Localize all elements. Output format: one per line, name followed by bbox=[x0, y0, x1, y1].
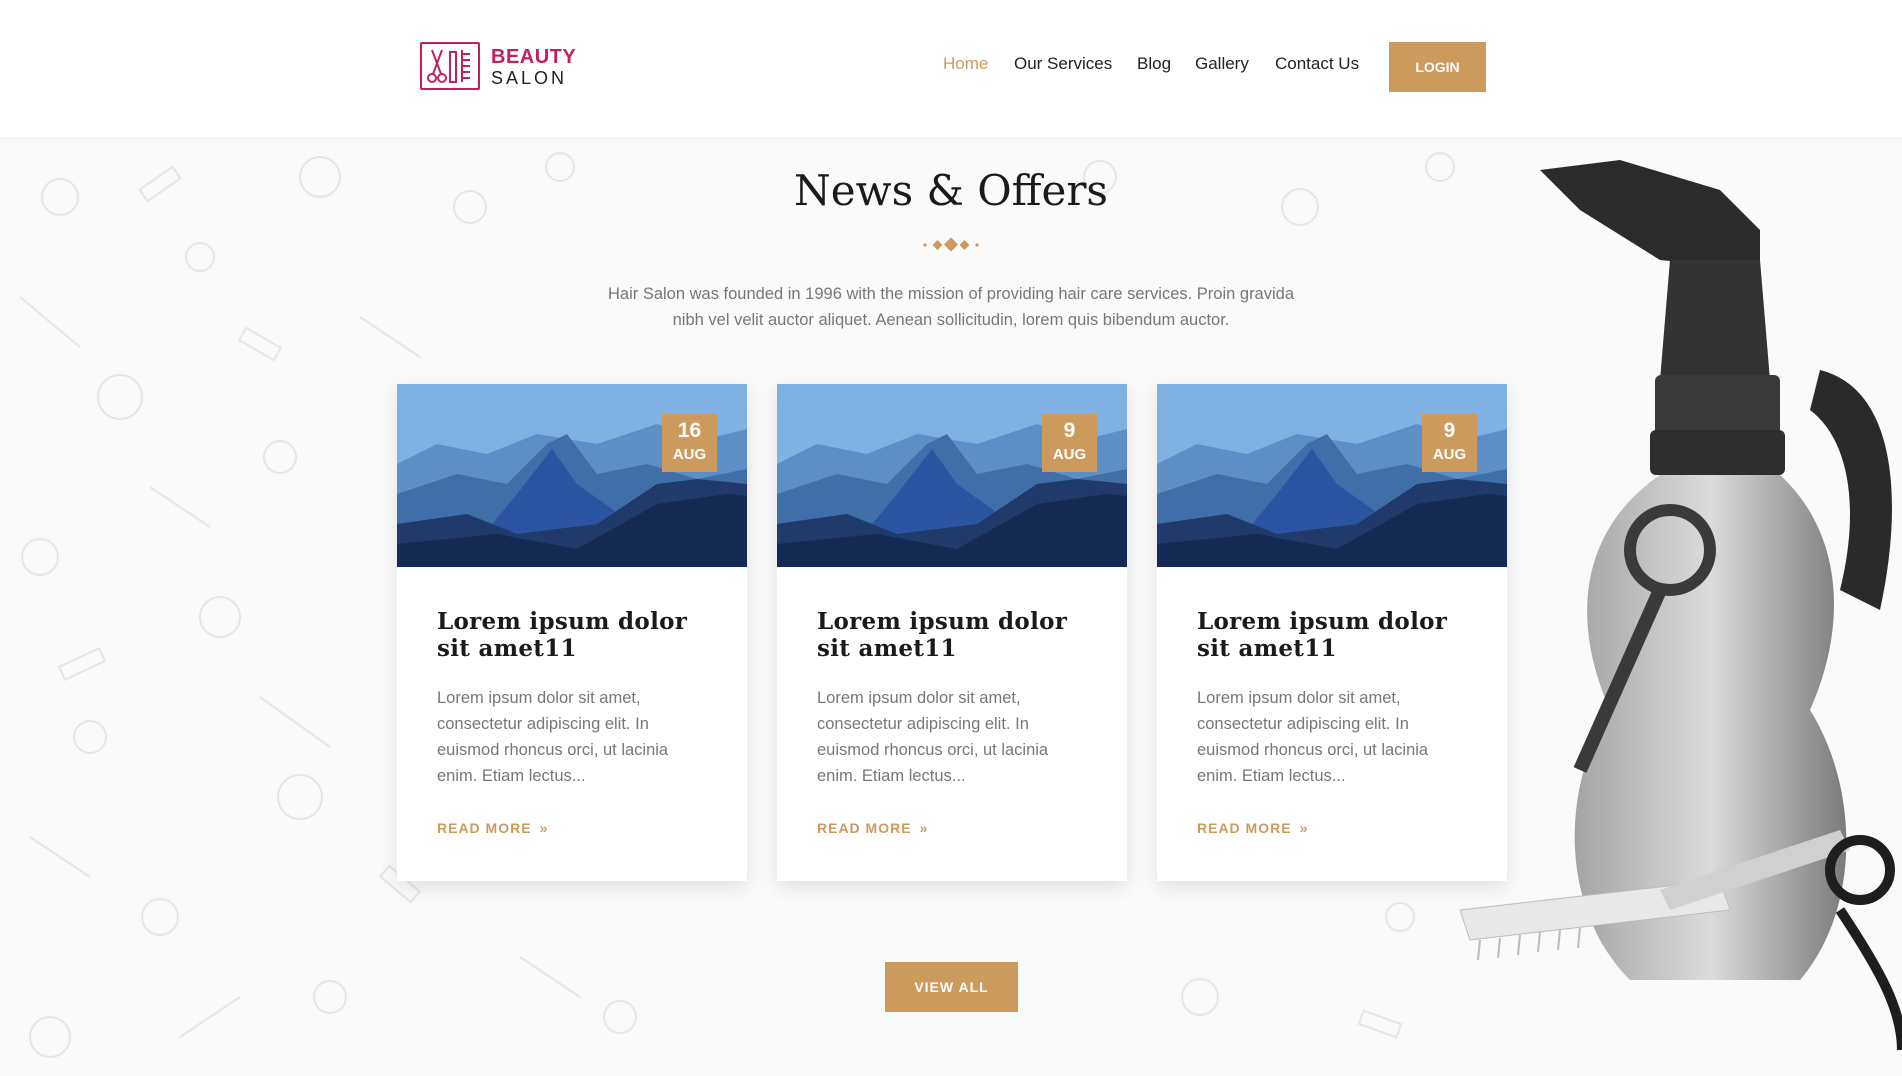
card-title[interactable]: Lorem ipsum dolor sit amet11 bbox=[437, 608, 717, 662]
date-badge: 9 AUG bbox=[1042, 414, 1097, 472]
mountain-image bbox=[397, 384, 747, 567]
double-chevron-right-icon: » bbox=[539, 820, 549, 836]
news-card: 16 AUG Lorem ipsum dolor sit amet11 Lore… bbox=[397, 384, 747, 881]
card-image[interactable]: 9 AUG bbox=[1157, 384, 1507, 567]
date-day: 9 bbox=[1443, 419, 1456, 442]
read-more-link[interactable]: READ MORE » bbox=[817, 820, 928, 836]
logo-text-salon: SALON bbox=[491, 68, 568, 88]
date-badge: 9 AUG bbox=[1422, 414, 1477, 472]
mountain-image bbox=[1157, 384, 1507, 567]
date-day: 9 bbox=[1063, 419, 1076, 442]
read-more-label: READ MORE bbox=[437, 820, 532, 836]
nav-item-home[interactable]: Home bbox=[943, 54, 988, 74]
read-more-label: READ MORE bbox=[1197, 820, 1292, 836]
site-header: BEAUTY SALON Home Our Services Blog Gall… bbox=[0, 0, 1902, 137]
nav-item-our-services[interactable]: Our Services bbox=[1014, 54, 1112, 74]
scissors-comb-logo-icon bbox=[420, 42, 480, 90]
card-excerpt: Lorem ipsum dolor sit amet, consectetur … bbox=[437, 689, 669, 785]
section-description: Hair Salon was founded in 1996 with the … bbox=[607, 285, 1295, 329]
double-chevron-right-icon: » bbox=[919, 820, 929, 836]
view-all-button[interactable]: VIEW ALL bbox=[885, 962, 1018, 1012]
date-month: AUG bbox=[672, 446, 707, 463]
login-button[interactable]: LOGIN bbox=[1389, 42, 1486, 92]
double-chevron-right-icon: » bbox=[1299, 820, 1309, 836]
date-day: 16 bbox=[677, 419, 702, 442]
card-excerpt: Lorem ipsum dolor sit amet, consectetur … bbox=[1197, 689, 1429, 785]
news-card: 9 AUG Lorem ipsum dolor sit amet11 Lorem… bbox=[777, 384, 1127, 881]
read-more-label: READ MORE bbox=[817, 820, 912, 836]
card-image[interactable]: 16 AUG bbox=[397, 384, 747, 567]
date-month: AUG bbox=[1052, 446, 1087, 463]
mountain-image bbox=[777, 384, 1127, 567]
date-badge: 16 AUG bbox=[662, 414, 717, 472]
date-month: AUG bbox=[1432, 446, 1467, 463]
logo[interactable]: BEAUTY SALON bbox=[420, 42, 580, 94]
card-image[interactable]: 9 AUG bbox=[777, 384, 1127, 567]
section-title: News & Offers bbox=[794, 166, 1108, 215]
nav-item-contact-us[interactable]: Contact Us bbox=[1275, 54, 1359, 74]
read-more-link[interactable]: READ MORE » bbox=[1197, 820, 1308, 836]
logo-text-beauty: BEAUTY bbox=[491, 46, 577, 68]
card-title[interactable]: Lorem ipsum dolor sit amet11 bbox=[1197, 608, 1477, 662]
card-title[interactable]: Lorem ipsum dolor sit amet11 bbox=[817, 608, 1097, 662]
read-more-link[interactable]: READ MORE » bbox=[437, 820, 548, 836]
card-excerpt: Lorem ipsum dolor sit amet, consectetur … bbox=[817, 689, 1049, 785]
news-card: 9 AUG Lorem ipsum dolor sit amet11 Lorem… bbox=[1157, 384, 1507, 881]
diamond-divider-icon bbox=[923, 237, 979, 252]
nav-item-blog[interactable]: Blog bbox=[1137, 54, 1171, 74]
nav-item-gallery[interactable]: Gallery bbox=[1195, 54, 1249, 74]
spray-bottle-tools-image bbox=[1460, 160, 1902, 1051]
